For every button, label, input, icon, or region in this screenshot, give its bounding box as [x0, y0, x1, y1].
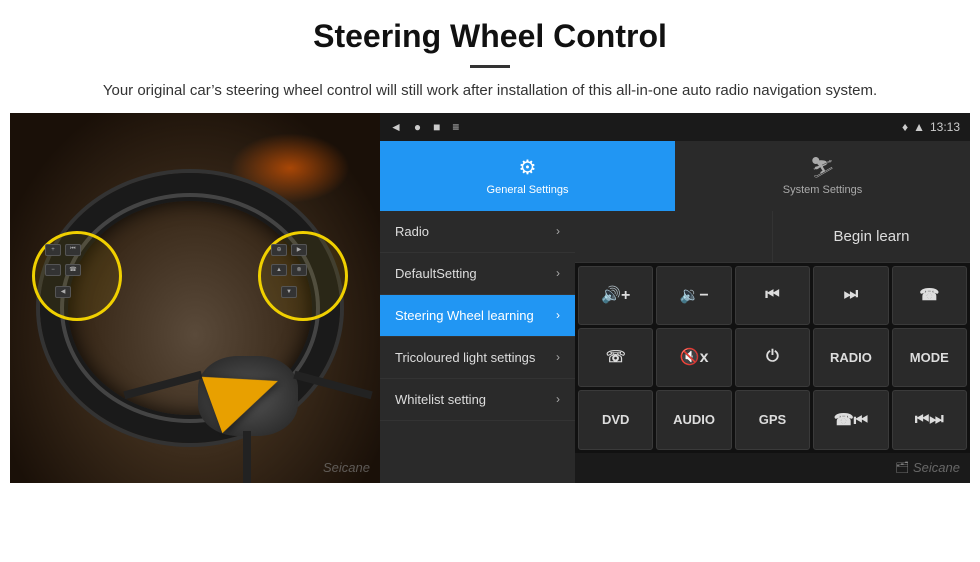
signal-icon: ▲ [913, 120, 925, 134]
mode-label: MODE [910, 350, 949, 365]
ctrl-audio[interactable]: AUDIO [656, 390, 731, 449]
tab-system-settings[interactable]: ⛷ System Settings [675, 141, 970, 211]
vol-up-icon: 🔊+ [601, 285, 630, 305]
radio-label: RADIO [830, 350, 872, 365]
audio-label: AUDIO [673, 412, 715, 427]
tab-system-label: System Settings [783, 184, 862, 196]
ctrl-vol-down[interactable]: 🔉− [656, 266, 731, 325]
gps-label: GPS [759, 412, 786, 427]
left-menu: Radio › DefaultSetting › Steering Wheel … [380, 211, 575, 483]
ctrl-mute[interactable]: 🔇x [656, 328, 731, 387]
dvd-label: DVD [602, 412, 629, 427]
clock: 13:13 [930, 120, 960, 134]
ctrl-phone-next[interactable]: ⏮⏭ [892, 390, 967, 449]
tab-general-settings[interactable]: ⚙ General Settings [380, 141, 675, 211]
watermark: Seicane [323, 460, 370, 475]
status-bar: ◄ ● ■ ≡ ♦ ▲ 13:13 [380, 113, 970, 141]
menu-item-steering-wheel[interactable]: Steering Wheel learning › [380, 295, 575, 337]
sw-btn-r5: ▼ [281, 286, 297, 298]
menu-default-label: DefaultSetting [395, 266, 477, 281]
phone-icon: ☎ [919, 285, 939, 305]
main-content: + ⏮ − ☎ ◀ ⊕ ▶ ▲ ⊗ ▼ Seicane ◄ ● ■ ≡ [10, 113, 970, 483]
ctrl-gps[interactable]: GPS [735, 390, 810, 449]
sw-btn-call: ☎ [65, 264, 81, 276]
menu-radio-label: Radio [395, 224, 429, 239]
mute-icon: 🔇x [680, 347, 709, 367]
ctrl-dvd[interactable]: DVD [578, 390, 653, 449]
tab-bar[interactable]: ⚙ General Settings ⛷ System Settings [380, 141, 970, 211]
phone-prev-icon: ☎⏮ [834, 410, 868, 430]
sw-btn-r3: ▲ [271, 264, 287, 276]
arrow-indicator [210, 363, 330, 423]
home-icon: ● [414, 120, 421, 134]
begin-learn-empty [575, 211, 772, 262]
menu-steering-label: Steering Wheel learning [395, 308, 534, 323]
menu-item-tricoloured[interactable]: Tricoloured light settings › [380, 337, 575, 379]
location-icon: ♦ [902, 120, 908, 134]
ctrl-power[interactable]: ⏻ [735, 328, 810, 387]
spoke-bottom [243, 431, 251, 483]
spoke-left [123, 370, 202, 398]
seicane-logo: Seicane [913, 460, 960, 475]
chevron-icon: › [556, 224, 560, 238]
ctrl-vol-up[interactable]: 🔊+ [578, 266, 653, 325]
power-icon: ⏻ [766, 348, 779, 366]
chevron-icon: › [556, 392, 560, 406]
prev-track-icon: ⏮ [765, 286, 779, 304]
title-divider [470, 65, 510, 68]
back-icon: ◄ [390, 120, 402, 134]
button-cluster-right: ⊕ ▶ ▲ ⊗ ▼ [258, 231, 348, 321]
begin-learn-button[interactable]: Begin learn [772, 211, 970, 262]
button-cluster-left: + ⏮ − ☎ ◀ [32, 231, 122, 321]
vol-down-icon: 🔉− [679, 285, 708, 305]
chevron-icon: › [556, 266, 560, 280]
bottom-icon: 🗂 [895, 461, 909, 474]
sw-btn-r2: ▶ [291, 244, 307, 256]
ctrl-radio[interactable]: RADIO [813, 328, 888, 387]
page-title: Steering Wheel Control [60, 18, 920, 55]
begin-learn-row: Begin learn [575, 211, 970, 263]
car-image: + ⏮ − ☎ ◀ ⊕ ▶ ▲ ⊗ ▼ Seicane [10, 113, 380, 483]
ctrl-call-answer[interactable]: ☏ [578, 328, 653, 387]
sw-btn-vol-up: + [45, 244, 61, 256]
menu-tricoloured-label: Tricoloured light settings [395, 350, 535, 365]
ctrl-phone[interactable]: ☎ [892, 266, 967, 325]
call-answer-icon: ☏ [606, 347, 626, 367]
sw-btn-prev: ⏮ [65, 244, 81, 256]
page-subtitle: Your original car’s steering wheel contr… [60, 80, 920, 103]
menu-icon: ≡ [452, 120, 459, 134]
chevron-icon: › [556, 308, 560, 322]
menu-item-radio[interactable]: Radio › [380, 211, 575, 253]
page-header: Steering Wheel Control Your original car… [0, 0, 980, 113]
sw-btn-r4: ⊗ [291, 264, 307, 276]
ctrl-phone-prev[interactable]: ☎⏮ [813, 390, 888, 449]
menu-content-area: Radio › DefaultSetting › Steering Wheel … [380, 211, 970, 483]
bottom-bar: 🗂 Seicane [575, 453, 970, 483]
status-bar-left: ◄ ● ■ ≡ [390, 120, 459, 134]
right-content-panel: Begin learn 🔊+ 🔉− ⏮ ⏭ [575, 211, 970, 483]
next-track-icon: ⏭ [844, 286, 858, 304]
ctrl-prev-track[interactable]: ⏮ [735, 266, 810, 325]
sw-btn-vol-down: − [45, 264, 61, 276]
menu-whitelist-label: Whitelist setting [395, 392, 486, 407]
ctrl-next-track[interactable]: ⏭ [813, 266, 888, 325]
system-icon: ⛷ [810, 155, 835, 180]
sw-btn-mode: ◀ [55, 286, 71, 298]
menu-item-default-setting[interactable]: DefaultSetting › [380, 253, 575, 295]
android-ui: ◄ ● ■ ≡ ♦ ▲ 13:13 ⚙ General Settings ⛷ S… [380, 113, 970, 483]
gear-icon: ⚙ [519, 155, 537, 180]
tab-general-label: General Settings [487, 184, 569, 196]
recent-icon: ■ [433, 120, 440, 134]
menu-item-whitelist[interactable]: Whitelist setting › [380, 379, 575, 421]
arrow-shape [202, 352, 288, 432]
control-grid: 🔊+ 🔉− ⏮ ⏭ ☎ ☏ [575, 263, 970, 453]
status-bar-right: ♦ ▲ 13:13 [902, 120, 960, 134]
ctrl-mode[interactable]: MODE [892, 328, 967, 387]
phone-next-icon: ⏮⏭ [915, 411, 944, 429]
sw-btn-r1: ⊕ [271, 244, 287, 256]
begin-learn-label: Begin learn [834, 228, 910, 245]
chevron-icon: › [556, 350, 560, 364]
